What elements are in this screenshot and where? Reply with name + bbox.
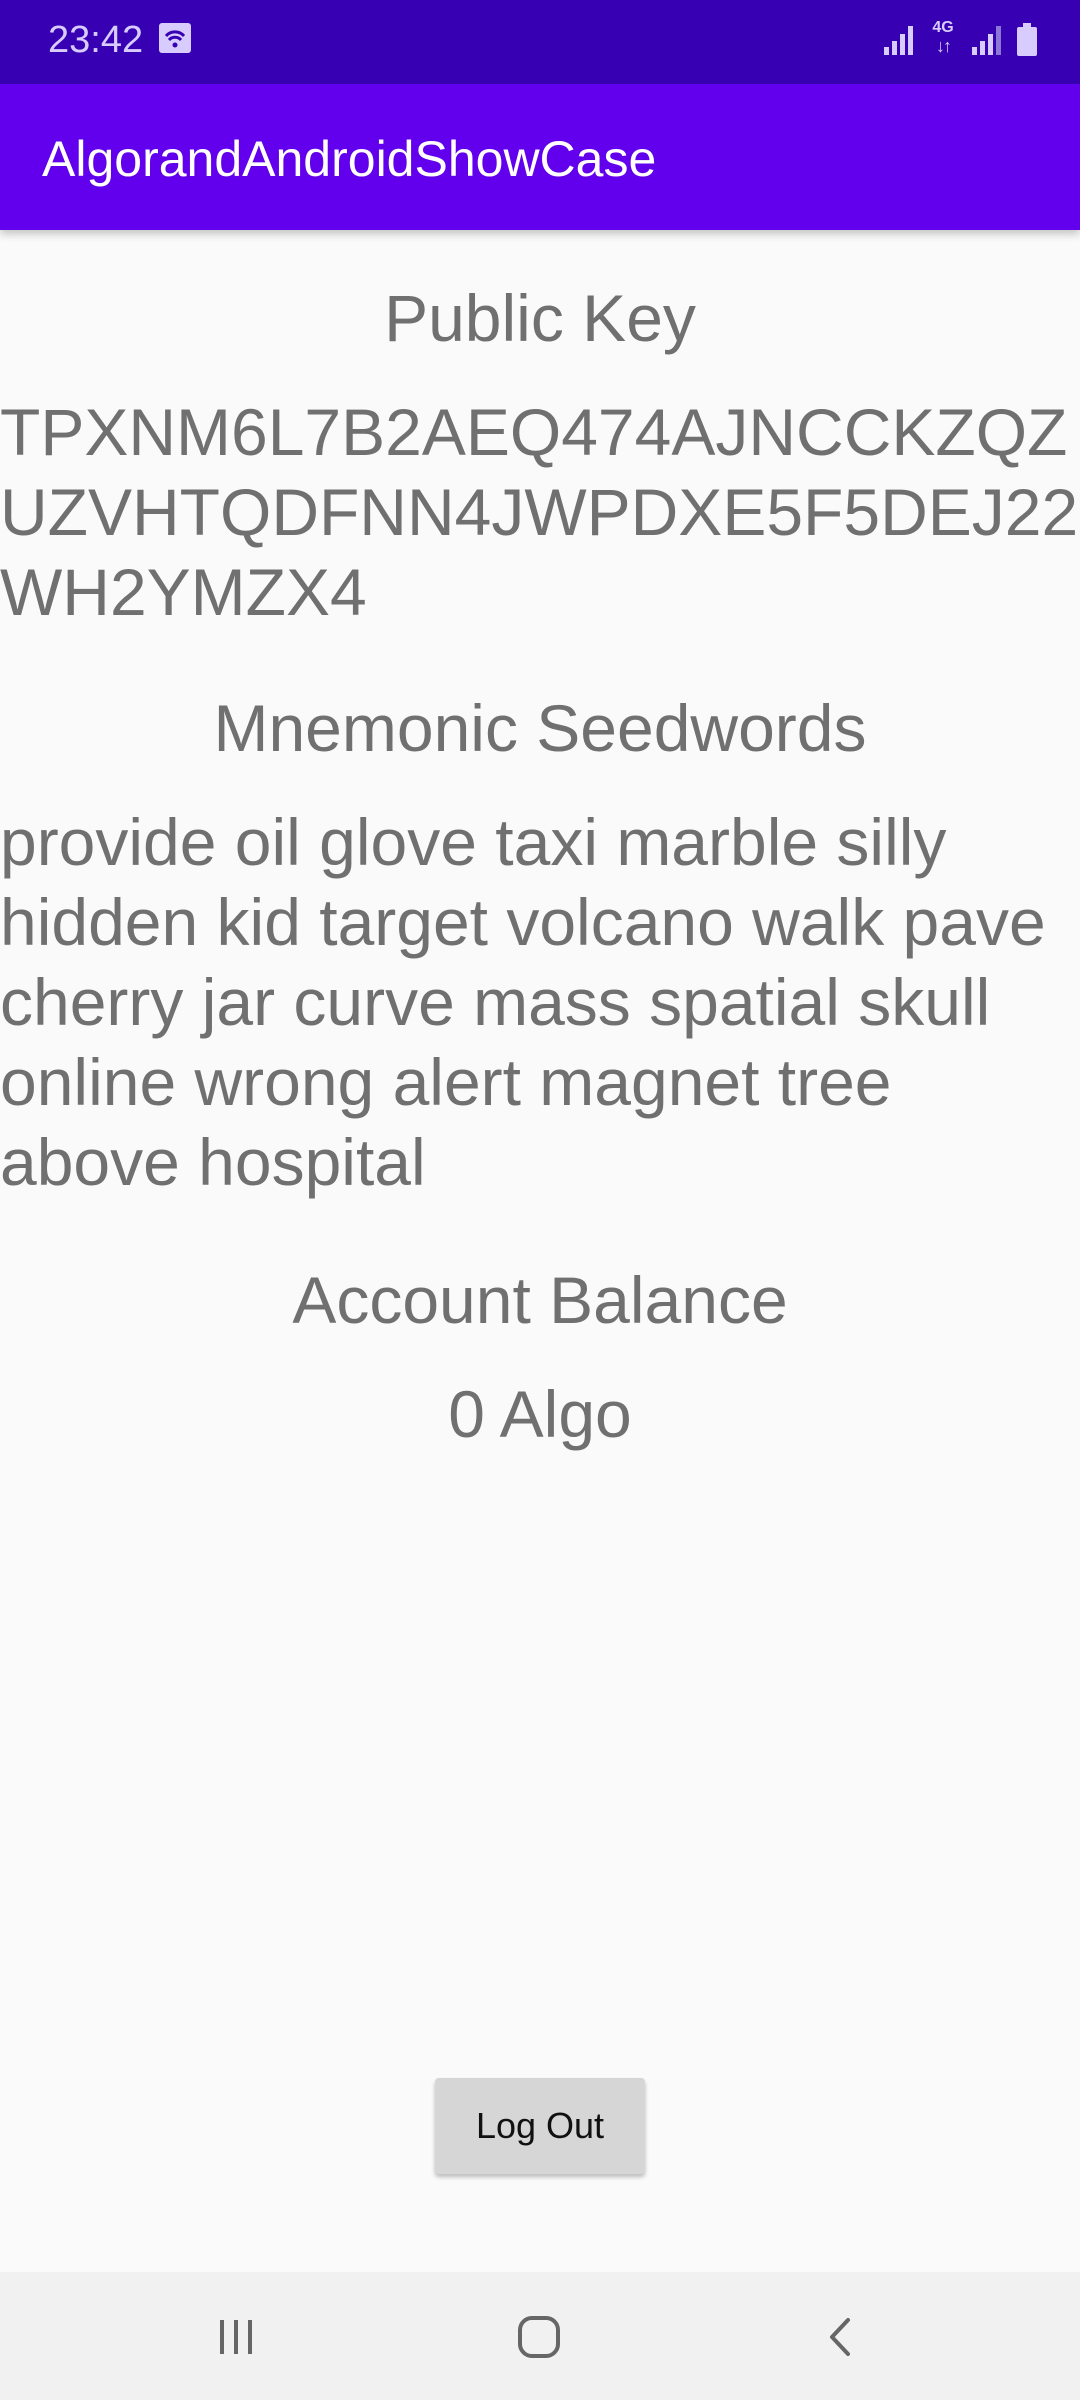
hotspot-icon — [159, 23, 191, 53]
app-title: AlgorandAndroidShowCase — [42, 131, 657, 187]
public-key-value: TPXNM6L7B2AEQ474AJNCCKZQZUZVHTQDFNN4JWPD… — [0, 395, 1079, 629]
recent-apps-icon[interactable] — [216, 2316, 256, 2356]
battery-icon — [1017, 23, 1037, 56]
public-key-title: Public Key — [384, 281, 696, 355]
balance-title: Account Balance — [292, 1263, 788, 1337]
status-time: 23:42 — [48, 19, 144, 61]
app-bar: AlgorandAndroidShowCase — [0, 84, 1080, 230]
mnemonic-value: provide oil glove taxi marble silly hidd… — [0, 805, 1046, 1199]
mnemonic-title: Mnemonic Seedwords — [213, 691, 867, 765]
status-icons: 4G ↓↑ — [882, 18, 1038, 62]
status-bar: 23:42 4G ↓↑ — [0, 0, 1080, 84]
signal-icon — [884, 26, 913, 55]
network-4g-icon: 4G ↓↑ — [932, 19, 954, 57]
balance-value: 0 Algo — [448, 1377, 632, 1451]
signal-icon — [972, 26, 1001, 55]
network-label: 4G — [932, 19, 954, 36]
back-icon[interactable] — [820, 2314, 860, 2360]
navigation-bar — [0, 2272, 1080, 2400]
logout-button[interactable]: Log Out — [435, 2078, 645, 2174]
home-icon[interactable] — [516, 2314, 562, 2360]
